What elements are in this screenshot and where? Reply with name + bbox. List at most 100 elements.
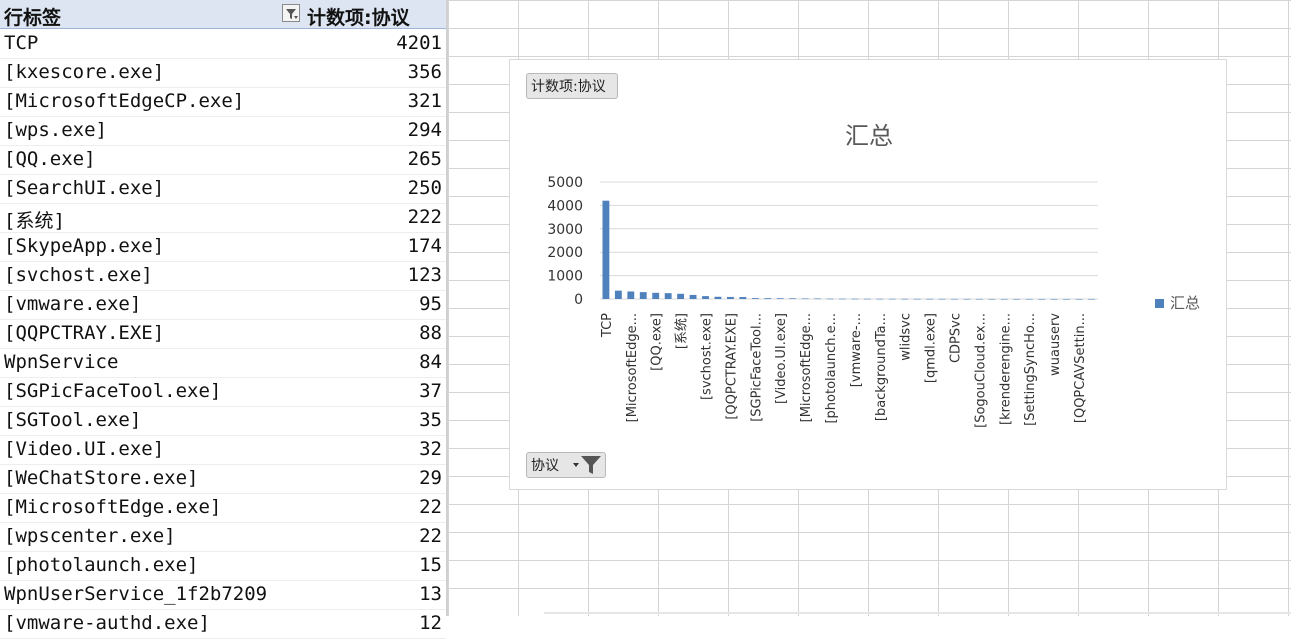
column-divider bbox=[446, 0, 448, 616]
bar[interactable] bbox=[801, 298, 809, 300]
pivot-row-label: TCP bbox=[4, 32, 39, 54]
bar[interactable] bbox=[1088, 298, 1095, 300]
bar[interactable] bbox=[1075, 298, 1083, 300]
bar[interactable] bbox=[652, 292, 660, 299]
x-tick-label: [Video.UI.exe] bbox=[774, 313, 789, 404]
x-tick-label: TCP bbox=[600, 313, 615, 338]
pivot-row[interactable]: [MicrosoftEdgeCP.exe] 321 bbox=[0, 88, 446, 117]
bar[interactable] bbox=[726, 296, 734, 299]
x-tick-label: [SogouCloud.ex... bbox=[973, 313, 988, 428]
pivot-row-count: 4201 bbox=[396, 32, 442, 54]
bar[interactable] bbox=[614, 290, 622, 299]
bar[interactable] bbox=[901, 298, 909, 300]
pivot-row-count: 294 bbox=[407, 119, 442, 141]
pivot-row[interactable]: TCP 4201 bbox=[0, 30, 446, 59]
pivot-row[interactable]: [WeChatStore.exe] 29 bbox=[0, 465, 446, 494]
pivot-row-label: [vmware.exe] bbox=[4, 293, 142, 315]
bar[interactable] bbox=[627, 291, 635, 299]
pivot-row-count: 84 bbox=[419, 351, 442, 373]
pivot-row-label: [QQPCTRAY.EXE] bbox=[4, 322, 165, 344]
axis-field-button[interactable]: 协议 bbox=[526, 452, 606, 478]
bar[interactable] bbox=[814, 298, 821, 300]
pivot-row-label: WpnService bbox=[4, 351, 119, 373]
bar[interactable] bbox=[1038, 298, 1046, 300]
bar[interactable] bbox=[876, 298, 884, 300]
pivot-row-label: [photolaunch.exe] bbox=[4, 554, 199, 576]
bar[interactable] bbox=[951, 298, 958, 300]
pivot-row[interactable]: [SGPicFaceTool.exe] 37 bbox=[0, 378, 446, 407]
pivot-row-label: [kxescore.exe] bbox=[4, 61, 165, 83]
y-tick-label: 4000 bbox=[547, 198, 583, 214]
pivot-row[interactable]: [系统] 222 bbox=[0, 204, 446, 233]
pivot-row[interactable]: [wpscenter.exe] 22 bbox=[0, 523, 446, 552]
bar[interactable] bbox=[677, 293, 685, 299]
pivot-header-row: 行标签 计数项:协议 bbox=[0, 0, 446, 29]
bar[interactable] bbox=[863, 298, 871, 300]
axis-field-label: 协议 bbox=[531, 458, 559, 474]
bar[interactable] bbox=[926, 298, 934, 300]
bar[interactable] bbox=[602, 200, 610, 299]
bar[interactable] bbox=[826, 298, 834, 300]
pivot-row-label: WpnUserService_1f2b7209 bbox=[4, 583, 268, 605]
pivot-row[interactable]: [kxescore.exe] 356 bbox=[0, 59, 446, 88]
bar[interactable] bbox=[1050, 298, 1058, 300]
pivot-row[interactable]: WpnService 84 bbox=[0, 349, 446, 378]
bar[interactable] bbox=[839, 298, 846, 300]
pivot-row-count: 13 bbox=[419, 583, 442, 605]
x-tick-label: [qmdl.exe] bbox=[924, 313, 939, 383]
pivot-row-label: [svchost.exe] bbox=[4, 264, 153, 286]
pivot-row[interactable]: WpnUserService_1f2b7209 13 bbox=[0, 581, 446, 610]
x-tick-label: [photolaunch.e... bbox=[824, 313, 839, 424]
pivot-row-count: 35 bbox=[419, 409, 442, 431]
bar[interactable] bbox=[938, 298, 946, 300]
pivot-table: 行标签 计数项:协议 TCP 4201 [kxescore.exe] 356 [Micr… bbox=[0, 0, 448, 639]
pivot-row[interactable]: [SkypeApp.exe] 174 bbox=[0, 233, 446, 262]
bar[interactable] bbox=[888, 298, 896, 300]
pivot-row[interactable]: [Video.UI.exe] 32 bbox=[0, 436, 446, 465]
pivot-row[interactable]: [wps.exe] 294 bbox=[0, 117, 446, 146]
bar[interactable] bbox=[1063, 298, 1070, 300]
pivot-row[interactable]: [vmware-authd.exe] 12 bbox=[0, 610, 446, 639]
row-labels-header[interactable]: 行标签 bbox=[4, 3, 61, 30]
y-tick-label: 2000 bbox=[547, 245, 583, 261]
bar[interactable] bbox=[913, 298, 921, 300]
bar[interactable] bbox=[1025, 298, 1033, 300]
pivot-row[interactable]: [QQ.exe] 265 bbox=[0, 146, 446, 175]
bar[interactable] bbox=[975, 298, 983, 300]
count-field-header[interactable]: 计数项:协议 bbox=[307, 3, 410, 30]
x-tick-label: [QQPCAVSettin... bbox=[1073, 313, 1088, 423]
bar[interactable] bbox=[988, 298, 996, 300]
pivot-row-label: [Video.UI.exe] bbox=[4, 438, 165, 460]
pivot-row-count: 222 bbox=[407, 206, 442, 228]
pivot-row-count: 15 bbox=[419, 554, 442, 576]
legend-label: 汇总 bbox=[1170, 294, 1201, 312]
bar[interactable] bbox=[714, 296, 722, 299]
filter-dropdown-icon[interactable] bbox=[282, 4, 300, 22]
pivot-row[interactable]: [MicrosoftEdge.exe] 22 bbox=[0, 494, 446, 523]
bar[interactable] bbox=[851, 298, 859, 300]
bar[interactable] bbox=[1000, 298, 1008, 300]
bar[interactable] bbox=[789, 298, 797, 299]
pivot-row-label: [wpscenter.exe] bbox=[4, 525, 176, 547]
pivot-row[interactable]: [vmware.exe] 95 bbox=[0, 291, 446, 320]
bar[interactable] bbox=[664, 293, 672, 299]
bar[interactable] bbox=[1013, 298, 1021, 300]
pivot-row[interactable]: [photolaunch.exe] 15 bbox=[0, 552, 446, 581]
pivot-row[interactable]: [SGTool.exe] 35 bbox=[0, 407, 446, 436]
bar[interactable] bbox=[751, 298, 759, 299]
bar[interactable] bbox=[689, 294, 697, 299]
bar[interactable] bbox=[702, 296, 709, 299]
pivot-row-count: 22 bbox=[419, 496, 442, 518]
y-tick-label: 0 bbox=[574, 292, 583, 308]
bar[interactable] bbox=[963, 298, 971, 300]
pivot-row[interactable]: [QQPCTRAY.EXE] 88 bbox=[0, 320, 446, 349]
bar[interactable] bbox=[639, 292, 647, 299]
pivot-row[interactable]: [SearchUI.exe] 250 bbox=[0, 175, 446, 204]
pivot-row-count: 356 bbox=[407, 61, 442, 83]
pivot-row-count: 32 bbox=[419, 438, 442, 460]
bar[interactable] bbox=[776, 298, 784, 299]
bar[interactable] bbox=[739, 297, 747, 299]
pivot-chart[interactable]: 计数项:协议 汇总 5000 4000 3000 2000 1000 0 TCP [Micro… bbox=[509, 59, 1227, 490]
bar[interactable] bbox=[764, 298, 772, 299]
pivot-row[interactable]: [svchost.exe] 123 bbox=[0, 262, 446, 291]
